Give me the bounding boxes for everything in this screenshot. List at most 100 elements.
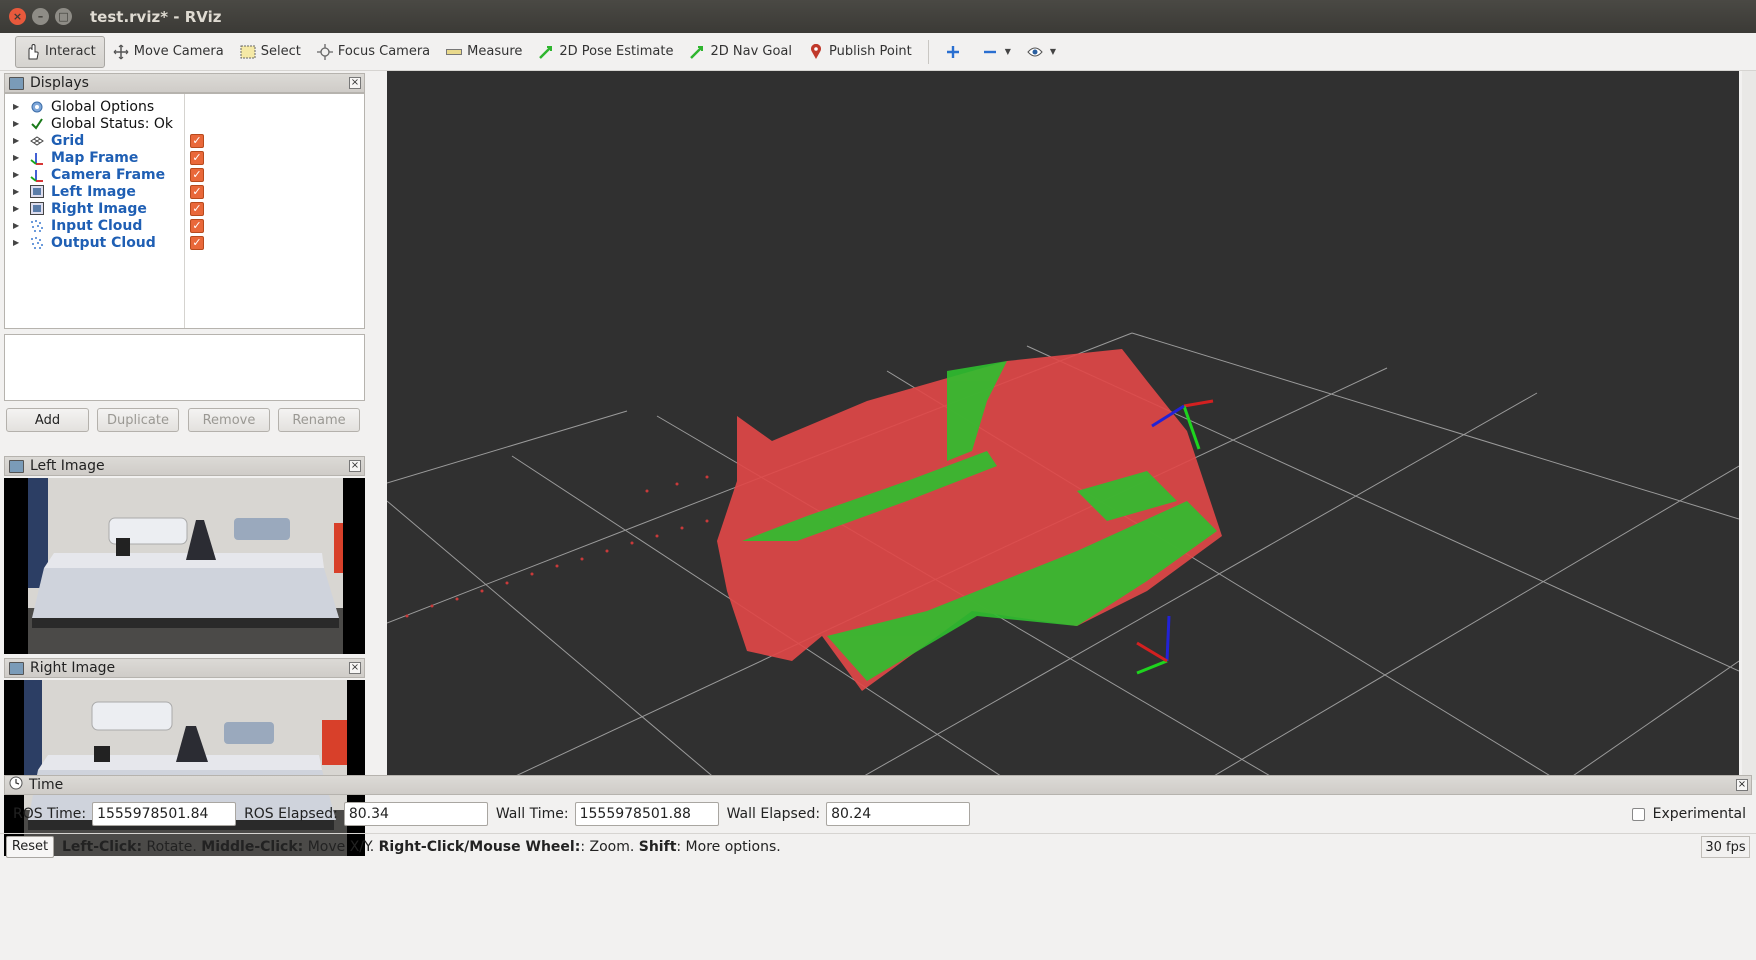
image-icon: [29, 202, 45, 216]
help-desc: : More options.: [676, 838, 781, 855]
monitor-icon: [9, 76, 24, 90]
publish-point-tool-button[interactable]: Publish Point: [800, 36, 920, 68]
expand-arrow-icon[interactable]: ▶: [13, 119, 21, 128]
checkbox-box[interactable]: [1631, 807, 1645, 821]
interact-tool-button[interactable]: Interact: [15, 35, 105, 68]
window-title: test.rviz* - RViz: [90, 7, 222, 26]
view-dropdown[interactable]: ▼: [1019, 36, 1064, 68]
display-name-label: Global Options: [51, 98, 155, 115]
expand-arrow-icon[interactable]: ▶: [13, 221, 21, 230]
time-fields-row: ROS Time: 1555978501.84 ROS Elapsed: 80.…: [0, 797, 1756, 831]
display-tree-row[interactable]: ▶ Left Image ✓: [5, 183, 364, 200]
pose-estimate-label: 2D Pose Estimate: [559, 44, 674, 59]
select-tool-button[interactable]: Select: [232, 36, 309, 68]
rename-button[interactable]: Rename: [278, 408, 360, 432]
displays-title: Displays: [30, 75, 89, 91]
add-tool-button[interactable]: [937, 36, 974, 68]
ruler-icon: [446, 44, 463, 60]
display-enabled-checkbox[interactable]: ✓: [190, 133, 204, 148]
eye-icon: [1027, 44, 1043, 60]
help-desc: : Zoom.: [580, 838, 639, 855]
expand-arrow-icon[interactable]: ▶: [13, 204, 21, 213]
display-enabled-checkbox[interactable]: ✓: [190, 167, 204, 182]
display-name-label: Global Status: Ok: [51, 115, 174, 132]
dropdown-arrow-icon: ▼: [1049, 47, 1057, 56]
wall-time-field[interactable]: 1555978501.88: [574, 802, 719, 826]
pointcloud-icon: [29, 219, 45, 233]
side-panel-handle[interactable]: [1742, 71, 1756, 780]
display-tree-row[interactable]: ▶ Grid ✓: [5, 132, 364, 149]
help-text: Left-Click: Rotate. Middle-Click: Move X…: [62, 839, 781, 855]
display-enabled-checkbox[interactable]: ✓: [190, 150, 204, 165]
measure-tool-button[interactable]: Measure: [438, 36, 530, 68]
display-name-label: Left Image: [51, 183, 136, 200]
add-button[interactable]: Add: [6, 408, 89, 432]
display-enabled-checkbox[interactable]: ✓: [190, 201, 204, 216]
time-title: Time: [29, 777, 64, 793]
expand-arrow-icon[interactable]: ▶: [13, 153, 21, 162]
ros-elapsed-label: ROS Elapsed:: [244, 806, 338, 822]
help-key: Left-Click:: [62, 838, 143, 855]
focus-camera-tool-button[interactable]: Focus Camera: [309, 36, 438, 68]
remove-button[interactable]: Remove: [188, 408, 270, 432]
experimental-checkbox[interactable]: Experimental: [1631, 806, 1746, 822]
display-tree-row[interactable]: ▶ Input Cloud ✓: [5, 217, 364, 234]
image-icon: [29, 185, 45, 199]
green-arrow-icon: [538, 44, 554, 60]
window-maximize-button[interactable]: □: [55, 8, 72, 25]
duplicate-button[interactable]: Duplicate: [97, 408, 179, 432]
expand-arrow-icon[interactable]: ▶: [13, 187, 21, 196]
expand-arrow-icon[interactable]: ▶: [13, 170, 21, 179]
close-icon[interactable]: ×: [349, 77, 361, 89]
displays-panel-title: Displays ×: [4, 73, 365, 93]
status-bar: Reset Left-Click: Rotate. Middle-Click: …: [0, 833, 1756, 859]
window-titlebar: × – □ test.rviz* - RViz: [0, 0, 1756, 33]
display-enabled-checkbox[interactable]: ✓: [190, 184, 204, 199]
expand-arrow-icon[interactable]: ▶: [13, 102, 21, 111]
display-tree-row[interactable]: ▶ Global Options: [5, 98, 364, 115]
ros-elapsed-field[interactable]: 80.34: [343, 802, 488, 826]
experimental-label: Experimental: [1652, 806, 1746, 822]
expand-arrow-icon[interactable]: ▶: [13, 238, 21, 247]
measure-label: Measure: [467, 44, 523, 59]
help-desc: Rotate.: [142, 838, 202, 855]
help-key: Middle-Click:: [201, 838, 304, 855]
nav-goal-label: 2D Nav Goal: [710, 44, 793, 59]
dropdown-arrow-icon: ▼: [1004, 47, 1011, 56]
ros-time-field[interactable]: 1555978501.84: [92, 802, 237, 826]
green-arrow-icon: [689, 44, 705, 60]
display-enabled-checkbox[interactable]: ✓: [190, 235, 204, 250]
display-tree-row[interactable]: ▶ Camera Frame ✓: [5, 166, 364, 183]
help-key: Right-Click/Mouse Wheel:: [378, 838, 581, 855]
check-icon: [29, 117, 45, 131]
wall-elapsed-field[interactable]: 80.24: [826, 802, 971, 826]
close-icon[interactable]: ×: [1736, 779, 1748, 791]
displays-tree[interactable]: ▶ Global Options ▶ Global Status: Ok ▶ Grid ✓ ▶…: [4, 93, 365, 329]
display-tree-row[interactable]: ▶ Global Status: Ok: [5, 115, 364, 132]
move-camera-icon: [113, 44, 129, 60]
display-tree-row[interactable]: ▶ Output Cloud ✓: [5, 234, 364, 251]
display-enabled-checkbox[interactable]: ✓: [190, 218, 204, 233]
display-name-label: Camera Frame: [51, 166, 166, 183]
pose-estimate-tool-button[interactable]: 2D Pose Estimate: [530, 36, 681, 68]
window-close-button[interactable]: ×: [9, 8, 26, 25]
map-pin-icon: [808, 43, 824, 60]
interact-label: Interact: [45, 44, 96, 59]
display-tree-row[interactable]: ▶ Map Frame ✓: [5, 149, 364, 166]
display-description-box: [4, 334, 365, 401]
remove-tool-dropdown[interactable]: ▼: [974, 36, 1019, 68]
right-image-title: Right Image: [30, 660, 116, 676]
reset-button[interactable]: Reset: [6, 835, 54, 858]
nav-goal-tool-button[interactable]: 2D Nav Goal: [681, 36, 800, 68]
3d-scene: [387, 332, 1739, 780]
close-icon[interactable]: ×: [349, 460, 361, 472]
wall-elapsed-label: Wall Elapsed:: [726, 806, 821, 822]
close-icon[interactable]: ×: [349, 662, 361, 674]
expand-arrow-icon[interactable]: ▶: [13, 136, 21, 145]
window-minimize-button[interactable]: –: [32, 8, 49, 25]
display-name-label: Input Cloud: [51, 217, 143, 234]
display-tree-row[interactable]: ▶ Right Image ✓: [5, 200, 364, 217]
move-camera-tool-button[interactable]: Move Camera: [105, 36, 232, 68]
focus-camera-icon: [316, 43, 333, 60]
3d-render-view[interactable]: [387, 71, 1739, 780]
